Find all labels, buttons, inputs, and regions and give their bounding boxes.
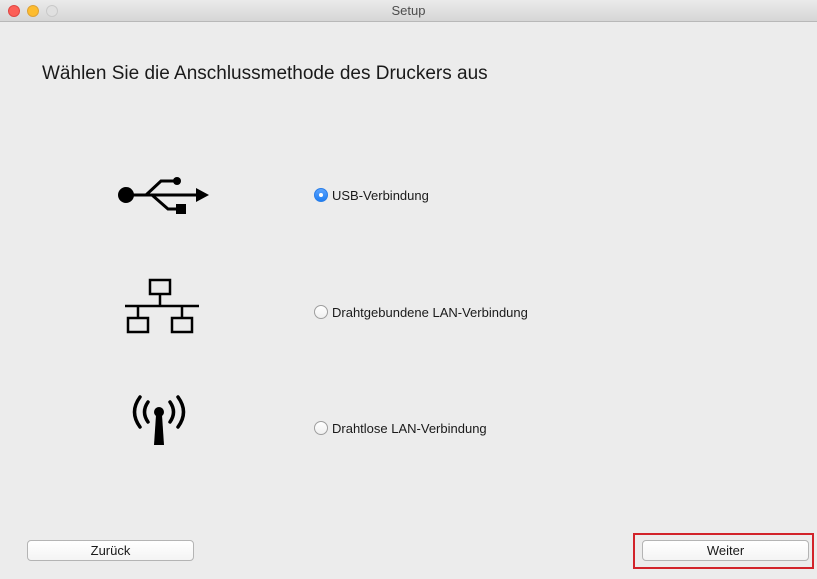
option-label-wireless-lan: Drahtlose LAN-Verbindung [332, 420, 487, 436]
wireless-lan-icon [108, 393, 212, 453]
next-button[interactable]: Weiter [642, 540, 809, 561]
usb-icon [108, 165, 212, 225]
option-label-wired-lan: Drahtgebundene LAN-Verbindung [332, 304, 528, 320]
radio-wired-lan-connection[interactable]: Drahtgebundene LAN-Verbindung [314, 303, 528, 321]
radio-button[interactable] [314, 421, 328, 435]
page-title: Wählen Sie die Anschlussmethode des Druc… [42, 63, 488, 84]
back-button[interactable]: Zurück [27, 540, 194, 561]
wired-lan-icon [108, 278, 212, 338]
setup-window: Setup Wählen Sie die Anschlussmethode de… [0, 0, 817, 579]
radio-button-checked[interactable] [314, 188, 328, 202]
radio-usb-connection[interactable]: USB-Verbindung [314, 186, 429, 204]
radio-button[interactable] [314, 305, 328, 319]
radio-wireless-lan-connection[interactable]: Drahtlose LAN-Verbindung [314, 419, 487, 437]
title-bar: Setup [0, 0, 817, 22]
option-label-usb: USB-Verbindung [332, 187, 429, 203]
window-title: Setup [391, 3, 426, 18]
